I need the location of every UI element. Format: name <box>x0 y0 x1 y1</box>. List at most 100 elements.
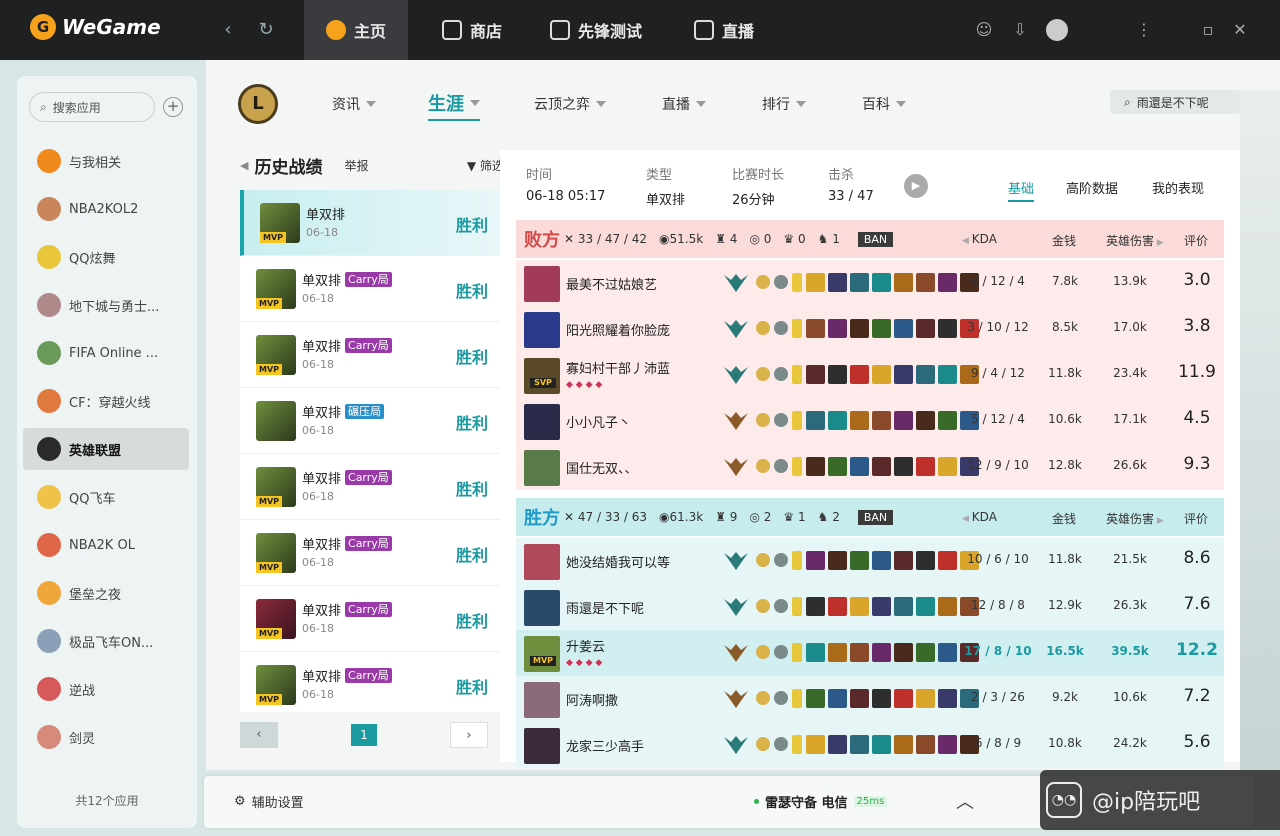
sidebar-item-qqx5[interactable]: QQ炫舞 <box>23 236 189 278</box>
tab-live[interactable]: 直播 <box>672 0 776 60</box>
player-row[interactable]: 她没结婚我可以等 10 / 6 / 10 11.8k 21.5k 8.6 <box>516 538 1224 584</box>
more-icon[interactable]: ⋮ <box>1132 18 1156 42</box>
player-row[interactable]: 最美不过姑娘艺 4 / 12 / 4 7.8k 13.9k 3.0 <box>516 260 1224 306</box>
mode-label: 单双排 <box>302 538 342 553</box>
player-kda: 4 / 12 / 4 <box>971 274 1025 288</box>
server-status[interactable]: 雷瑟守备 电信 25ms <box>754 792 888 811</box>
tab-basic[interactable]: 基础 <box>1008 178 1035 202</box>
player-row[interactable]: 国仕无双、、 12 / 9 / 10 12.8k 26.6k 9.3 <box>516 444 1224 490</box>
player-name[interactable]: 龙家三少高手 <box>566 736 644 755</box>
tab-store[interactable]: 商店 <box>420 0 524 60</box>
sidebar-item-dnf[interactable]: 地下城与勇士... <box>23 284 189 326</box>
download-icon[interactable]: ⇩ <box>1008 18 1032 42</box>
nba2kol2-icon <box>37 197 61 221</box>
user-avatar[interactable] <box>1046 19 1068 41</box>
sidebar-item-fifa[interactable]: FIFA Online ... <box>23 332 189 374</box>
history-row[interactable]: MVP 单双排 Carry局 06-18 胜利 <box>240 586 500 652</box>
back-icon[interactable]: ‹ <box>216 18 240 42</box>
caret-down-icon <box>470 100 480 106</box>
filter-button[interactable]: ▼ 筛选 <box>467 157 504 174</box>
page-prev-button[interactable]: ‹ <box>240 722 278 748</box>
item-icon <box>806 319 825 338</box>
history-row[interactable]: 单双排 碾压局 06-18 胜利 <box>240 388 500 454</box>
report-button[interactable]: 举报 <box>344 157 368 174</box>
sidebar-item-cf[interactable]: CF：穿越火线 <box>23 380 189 422</box>
wegame-logo[interactable]: G WeGame <box>30 14 161 40</box>
team-gold: ◉61.3k <box>659 510 704 524</box>
item-icon <box>872 689 891 708</box>
sidebar-item-qqspeed[interactable]: QQ飞车 <box>23 476 189 518</box>
sidebar-item-nfs[interactable]: 极品飞车ON... <box>23 620 189 662</box>
controller-icon[interactable]: ☺ <box>972 18 996 42</box>
player-name[interactable]: 阿涛啊撒 <box>566 690 618 709</box>
champion-avatar <box>524 682 560 718</box>
item-icon <box>872 273 891 292</box>
history-row[interactable]: MVP 单双排 Carry局 06-18 胜利 <box>240 520 500 586</box>
sidebar-item-related[interactable]: 与我相关 <box>23 140 189 182</box>
sidebar-item-lol[interactable]: 英雄联盟 <box>23 428 189 470</box>
nav-news[interactable]: 资讯 <box>332 94 376 114</box>
trinket-icon <box>792 457 802 476</box>
assist-settings-button[interactable]: ⚙ 辅助设置 <box>234 792 304 811</box>
history-row[interactable]: MVP 单双排 06-18 胜利 <box>240 190 500 256</box>
sidebar-item-nizhan[interactable]: 逆战 <box>23 668 189 710</box>
summoner-spell-icon <box>756 413 770 427</box>
add-app-button[interactable]: + <box>163 97 183 117</box>
tab-my-performance[interactable]: 我的表现 <box>1152 178 1204 197</box>
sidebar-item-fortnite[interactable]: 堡垒之夜 <box>23 572 189 614</box>
player-name[interactable]: 她没结婚我可以等 <box>566 552 670 571</box>
player-name[interactable]: 最美不过姑娘艺 <box>566 274 657 293</box>
ban-list-button[interactable]: BAN <box>857 509 894 525</box>
col-header-kda[interactable]: ◀ KDA <box>962 232 997 246</box>
nav-ranking[interactable]: 排行 <box>762 94 806 114</box>
search-input[interactable]: ⌕ 搜索应用 <box>29 92 155 122</box>
sidebar-item-nba2kol2[interactable]: NBA2KOL2 <box>23 188 189 230</box>
page-next-button[interactable]: › <box>450 722 488 748</box>
close-icon[interactable]: ✕ <box>1228 18 1252 42</box>
col-header-score: 评价 <box>1184 234 1209 248</box>
item-icon <box>828 643 847 662</box>
player-row[interactable]: 阳光照耀着你脸庞 3 / 10 / 12 8.5k 17.0k 3.8 <box>516 306 1224 352</box>
nav-tft[interactable]: 云顶之弈 <box>534 94 606 114</box>
history-row[interactable]: MVP 单双排 Carry局 06-18 胜利 <box>240 256 500 322</box>
player-name[interactable]: 寡妇村干部丿沛蓝 <box>566 358 670 377</box>
item-icon <box>872 643 891 662</box>
player-row[interactable]: MVP 升姜云 ◆ ◆ ◆ ◆ 17 / 8 / 10 16.5k 39.5k 12.2 <box>516 630 1224 676</box>
lol-logo[interactable]: L <box>238 84 278 124</box>
tab-advanced[interactable]: 高阶数据 <box>1066 178 1118 197</box>
player-row[interactable]: 阿涛啊撒 2 / 3 / 26 9.2k 10.6k 7.2 <box>516 676 1224 722</box>
collapse-arrow-icon[interactable]: ◀ <box>240 159 248 172</box>
player-damage: 10.6k <box>1113 690 1147 704</box>
tab-home[interactable]: 主页 <box>304 0 409 60</box>
player-row[interactable]: 龙家三少高手 6 / 8 / 9 10.8k 24.2k 5.6 <box>516 722 1224 768</box>
refresh-icon[interactable]: ↻ <box>254 18 278 42</box>
player-row[interactable]: SVP 寡妇村干部丿沛蓝 ◆ ◆ ◆ ◆ 9 / 4 / 12 11.8k 23.4k 11… <box>516 352 1224 398</box>
item-icon <box>916 411 935 430</box>
nav-career[interactable]: 生涯 <box>428 90 480 121</box>
page-number[interactable]: 1 <box>351 724 377 746</box>
replay-play-button[interactable]: ▶ <box>904 174 928 198</box>
tab-pioneer-test[interactable]: 先锋测试 <box>528 0 664 60</box>
player-name[interactable]: 升姜云 <box>566 636 605 655</box>
player-row[interactable]: 小小凡子丶 5 / 12 / 4 10.6k 17.1k 4.5 <box>516 398 1224 444</box>
sidebar-item-jianling[interactable]: 剑灵 <box>23 716 189 758</box>
ban-list-button[interactable]: BAN <box>857 231 894 247</box>
player-name[interactable]: 国仕无双、、 <box>566 458 638 477</box>
player-name[interactable]: 小小凡子丶 <box>566 412 631 431</box>
history-row[interactable]: MVP 单双排 Carry局 06-18 胜利 <box>240 652 500 712</box>
history-row[interactable]: MVP 单双排 Carry局 06-18 胜利 <box>240 322 500 388</box>
nav-live[interactable]: 直播 <box>662 94 706 114</box>
history-row[interactable]: MVP 单双排 Carry局 06-18 胜利 <box>240 454 500 520</box>
app-name: WeGame <box>62 15 161 39</box>
minimize-icon[interactable]: ▫ <box>1196 18 1220 42</box>
chevron-up-icon[interactable]: ︿ <box>956 788 974 814</box>
col-header-kda[interactable]: ◀ KDA <box>962 510 997 524</box>
match-date: 06-18 <box>306 226 338 239</box>
player-name[interactable]: 雨還是不下呢 <box>566 598 644 617</box>
user-search[interactable]: ⌕ 雨還是不下呢 <box>1110 90 1240 114</box>
dragon-icon: ◎ <box>749 510 760 524</box>
player-row[interactable]: 雨還是不下呢 12 / 8 / 8 12.9k 26.3k 7.6 <box>516 584 1224 630</box>
sidebar-item-nba2kol[interactable]: NBA2K OL <box>23 524 189 566</box>
nav-wiki[interactable]: 百科 <box>862 94 906 114</box>
player-name[interactable]: 阳光照耀着你脸庞 <box>566 320 670 339</box>
